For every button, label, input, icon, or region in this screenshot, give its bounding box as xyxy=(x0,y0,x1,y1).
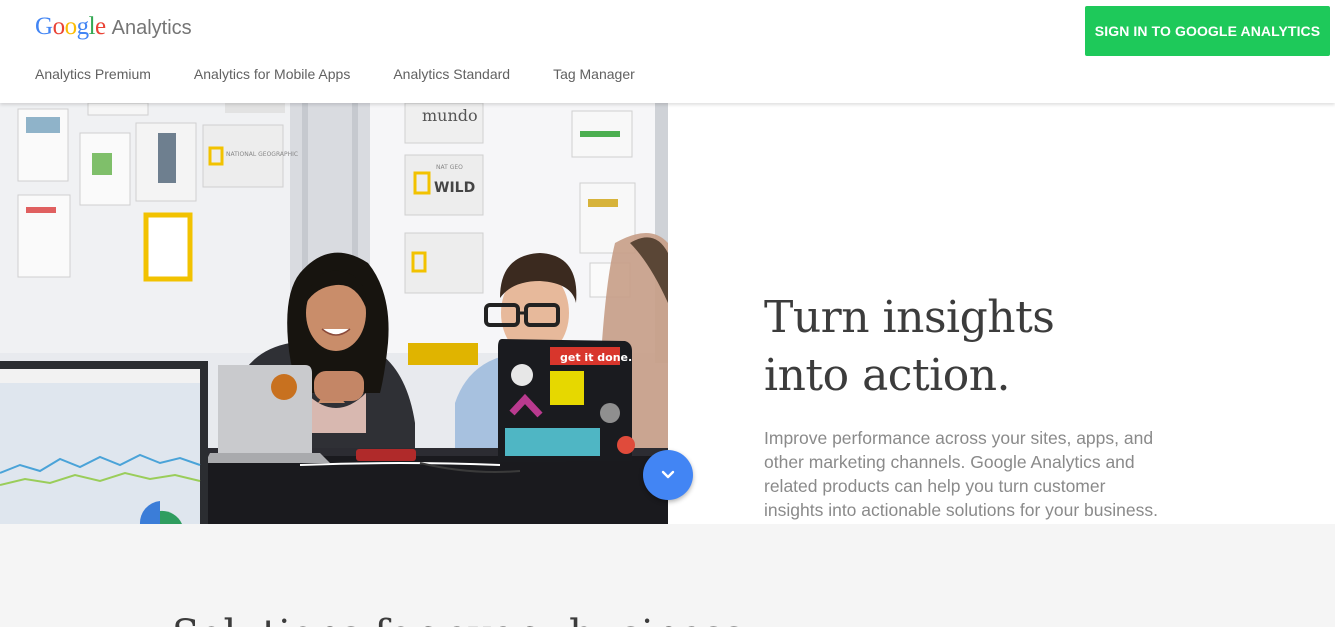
nav-item-analytics-premium[interactable]: Analytics Premium xyxy=(35,66,151,82)
poster-text-wild: WILD xyxy=(434,180,475,196)
nav-item-analytics-standard[interactable]: Analytics Standard xyxy=(393,66,510,82)
poster-text-ng: NATIONAL GEOGRAPHIC xyxy=(226,151,298,158)
hero-title: Turn insights into action. xyxy=(764,289,1055,405)
sticker-text: get it done. xyxy=(560,351,632,364)
solutions-title: Solutions for every business xyxy=(172,612,744,627)
hero-title-line-1: Turn insights xyxy=(764,292,1055,343)
sign-in-button[interactable]: SIGN IN TO GOOGLE ANALYTICS xyxy=(1085,6,1330,56)
scroll-down-button[interactable] xyxy=(643,450,693,500)
solutions-section: Solutions for every business xyxy=(0,524,1335,627)
hero-section: NATIONAL GEOGRAPHIC mundo NAT GEO WILD g… xyxy=(0,103,1335,524)
chevron-down-icon xyxy=(661,470,675,479)
google-analytics-logo[interactable]: Google Analytics xyxy=(35,13,192,41)
hero-description: Improve performance across your sites, a… xyxy=(764,428,1158,520)
product-nav: Analytics Premium Analytics for Mobile A… xyxy=(35,66,678,82)
hero-title-line-2: into action. xyxy=(764,350,1011,401)
nav-item-tag-manager[interactable]: Tag Manager xyxy=(553,66,635,82)
poster-text-natgeo: NAT GEO xyxy=(436,164,463,171)
site-header: Google Analytics Analytics Premium Analy… xyxy=(0,0,1335,103)
nav-item-analytics-mobile-apps[interactable]: Analytics for Mobile Apps xyxy=(194,66,350,82)
poster-text-mundo: mundo xyxy=(422,106,478,125)
logo-product-name: Analytics xyxy=(111,17,192,39)
logo-google-wordmark: Google xyxy=(35,13,106,40)
hero-photo: NATIONAL GEOGRAPHIC mundo NAT GEO WILD g… xyxy=(0,103,668,524)
office-meeting-illustration: NATIONAL GEOGRAPHIC mundo NAT GEO WILD g… xyxy=(0,103,668,524)
